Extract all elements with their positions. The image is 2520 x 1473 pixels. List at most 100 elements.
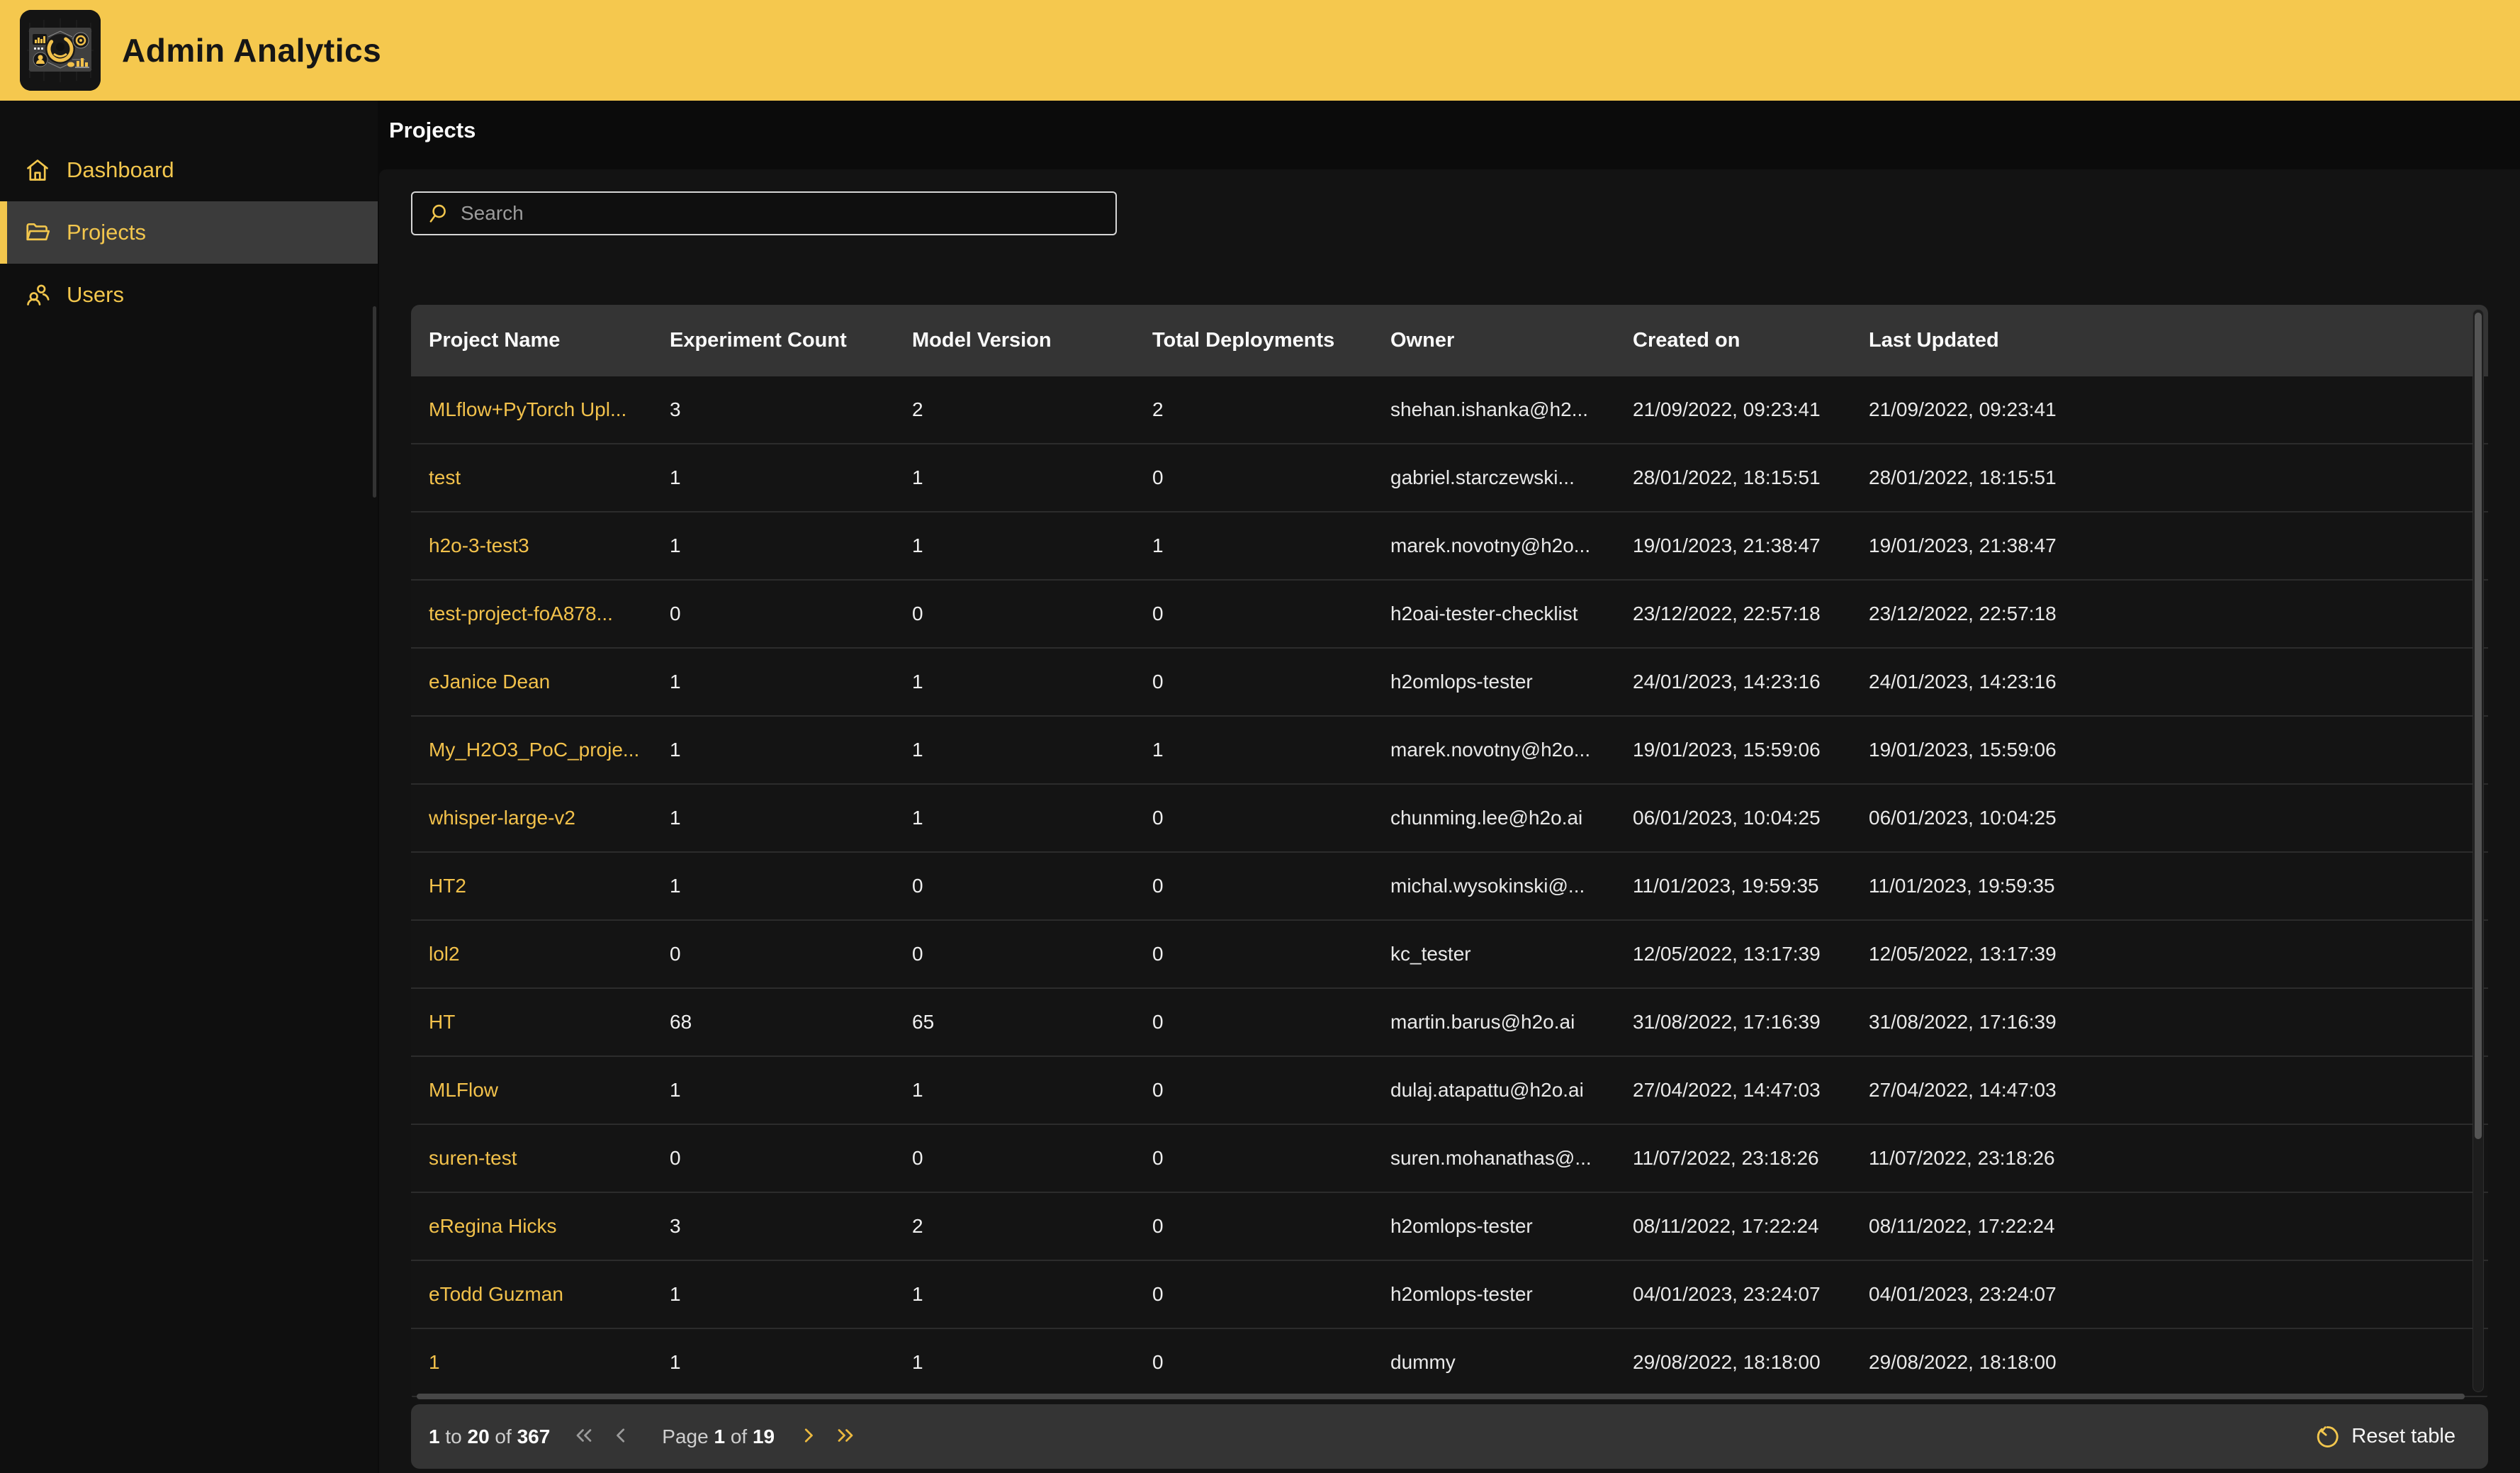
total-deployments-cell: 0 (1152, 1079, 1390, 1102)
sidebar-item-users[interactable]: Users (0, 264, 378, 326)
last-page-button[interactable] (833, 1423, 858, 1450)
table-row: whisper-large-v2 1 1 0 chunming.lee@h2o.… (411, 785, 2488, 853)
next-page-button[interactable] (796, 1423, 821, 1450)
created-on-cell: 28/01/2022, 18:15:51 (1633, 466, 1869, 489)
project-name-link[interactable]: MLFlow (429, 1079, 670, 1102)
chevron-left-icon (608, 1423, 634, 1450)
project-name-link[interactable]: whisper-large-v2 (429, 807, 670, 829)
last-updated-cell: 04/01/2023, 23:24:07 (1869, 1283, 2488, 1306)
owner-cell: h2oai-tester-checklist (1390, 603, 1633, 625)
project-name-link[interactable]: eTodd Guzman (429, 1283, 670, 1306)
experiment-count-cell: 1 (670, 875, 912, 897)
vertical-scrollbar-thumb[interactable] (2475, 313, 2482, 1139)
search-icon (427, 202, 449, 225)
last-updated-cell: 08/11/2022, 17:22:24 (1869, 1215, 2488, 1238)
app-root: Admin Analytics Dashboard Projects (0, 0, 2520, 1473)
project-name-link[interactable]: HT (429, 1011, 670, 1034)
sidebar: Dashboard Projects Users (0, 101, 378, 1473)
model-version-cell: 65 (912, 1011, 1152, 1034)
sidebar-item-dashboard[interactable]: Dashboard (0, 139, 378, 201)
project-name-link[interactable]: MLflow+PyTorch Upl... (429, 398, 670, 421)
column-header-total-deployments[interactable]: Total Deployments (1152, 329, 1390, 352)
total-deployments-cell: 0 (1152, 603, 1390, 625)
experiment-count-cell: 0 (670, 1147, 912, 1170)
home-icon (24, 157, 51, 184)
total-deployments-cell: 2 (1152, 398, 1390, 421)
model-version-cell: 0 (912, 1147, 1152, 1170)
created-on-cell: 29/08/2022, 18:18:00 (1633, 1351, 1869, 1374)
created-on-cell: 06/01/2023, 10:04:25 (1633, 807, 1869, 829)
last-updated-cell: 29/08/2022, 18:18:00 (1869, 1351, 2488, 1374)
table-row: h2o-3-test3 1 1 1 marek.novotny@h2o... 1… (411, 513, 2488, 581)
last-updated-cell: 06/01/2023, 10:04:25 (1869, 807, 2488, 829)
chevron-right-icon (796, 1423, 821, 1450)
model-version-cell: 0 (912, 603, 1152, 625)
owner-cell: suren.mohanathas@... (1390, 1147, 1633, 1170)
experiment-count-cell: 1 (670, 534, 912, 557)
project-name-link[interactable]: eRegina Hicks (429, 1215, 670, 1238)
project-name-link[interactable]: HT2 (429, 875, 670, 897)
column-header-last-updated[interactable]: Last Updated (1869, 329, 2488, 352)
column-header-experiment-count[interactable]: Experiment Count (670, 329, 912, 352)
owner-cell: dulaj.atapattu@h2o.ai (1390, 1079, 1633, 1102)
table-row: test-project-foA878... 0 0 0 h2oai-teste… (411, 581, 2488, 649)
project-name-link[interactable]: lol2 (429, 943, 670, 965)
project-name-link[interactable]: h2o-3-test3 (429, 534, 670, 557)
total-deployments-cell: 0 (1152, 671, 1390, 693)
search-box (411, 191, 1117, 235)
column-header-model-version[interactable]: Model Version (912, 329, 1152, 352)
logo-image (20, 10, 101, 91)
sidebar-item-label: Users (67, 282, 124, 308)
owner-cell: h2omlops-tester (1390, 1283, 1633, 1306)
last-updated-cell: 27/04/2022, 14:47:03 (1869, 1079, 2488, 1102)
chevrons-right-icon (833, 1423, 858, 1450)
projects-table: Project Name Experiment Count Model Vers… (411, 305, 2488, 1401)
experiment-count-cell: 1 (670, 466, 912, 489)
first-page-button[interactable] (571, 1423, 597, 1450)
vertical-scrollbar-track[interactable] (2473, 309, 2484, 1392)
last-updated-cell: 24/01/2023, 14:23:16 (1869, 671, 2488, 693)
column-header-project-name[interactable]: Project Name (429, 329, 670, 352)
sidebar-item-label: Projects (67, 220, 146, 245)
previous-page-button[interactable] (608, 1423, 634, 1450)
table-row: HT 68 65 0 martin.barus@h2o.ai 31/08/202… (411, 989, 2488, 1057)
sidebar-scrollbar[interactable] (373, 306, 376, 498)
last-updated-cell: 11/01/2023, 19:59:35 (1869, 875, 2488, 897)
last-updated-cell: 19/01/2023, 21:38:47 (1869, 534, 2488, 557)
owner-cell: dummy (1390, 1351, 1633, 1374)
project-name-link[interactable]: 1 (429, 1351, 670, 1374)
project-name-link[interactable]: My_H2O3_PoC_proje... (429, 739, 670, 761)
project-name-link[interactable]: suren-test (429, 1147, 670, 1170)
model-version-cell: 1 (912, 739, 1152, 761)
last-updated-cell: 31/08/2022, 17:16:39 (1869, 1011, 2488, 1034)
horizontal-scrollbar-thumb[interactable] (417, 1394, 2465, 1399)
model-version-cell: 0 (912, 943, 1152, 965)
model-version-cell: 1 (912, 466, 1152, 489)
total-deployments-cell: 1 (1152, 534, 1390, 557)
project-name-link[interactable]: eJanice Dean (429, 671, 670, 693)
owner-cell: chunming.lee@h2o.ai (1390, 807, 1633, 829)
column-header-created-on[interactable]: Created on (1633, 329, 1869, 352)
experiment-count-cell: 68 (670, 1011, 912, 1034)
sidebar-item-projects[interactable]: Projects (0, 201, 378, 264)
experiment-count-cell: 3 (670, 398, 912, 421)
table-header-row: Project Name Experiment Count Model Vers… (411, 305, 2488, 376)
last-updated-cell: 12/05/2022, 13:17:39 (1869, 943, 2488, 965)
created-on-cell: 19/01/2023, 21:38:47 (1633, 534, 1869, 557)
search-input[interactable] (449, 193, 1115, 234)
column-header-owner[interactable]: Owner (1390, 329, 1633, 352)
project-name-link[interactable]: test-project-foA878... (429, 603, 670, 625)
table-row: lol2 0 0 0 kc_tester 12/05/2022, 13:17:3… (411, 921, 2488, 989)
experiment-count-cell: 1 (670, 671, 912, 693)
created-on-cell: 27/04/2022, 14:47:03 (1633, 1079, 1869, 1102)
table-row: My_H2O3_PoC_proje... 1 1 1 marek.novotny… (411, 717, 2488, 785)
experiment-count-cell: 1 (670, 807, 912, 829)
pagination-footer: 1 to 20 of 367 Page 1 of 19 (411, 1404, 2488, 1469)
reset-table-button[interactable]: Reset table (2314, 1424, 2456, 1450)
experiment-count-cell: 0 (670, 603, 912, 625)
total-deployments-cell: 0 (1152, 1283, 1390, 1306)
last-updated-cell: 23/12/2022, 22:57:18 (1869, 603, 2488, 625)
experiment-count-cell: 1 (670, 1283, 912, 1306)
project-name-link[interactable]: test (429, 466, 670, 489)
table-row: suren-test 0 0 0 suren.mohanathas@... 11… (411, 1125, 2488, 1193)
